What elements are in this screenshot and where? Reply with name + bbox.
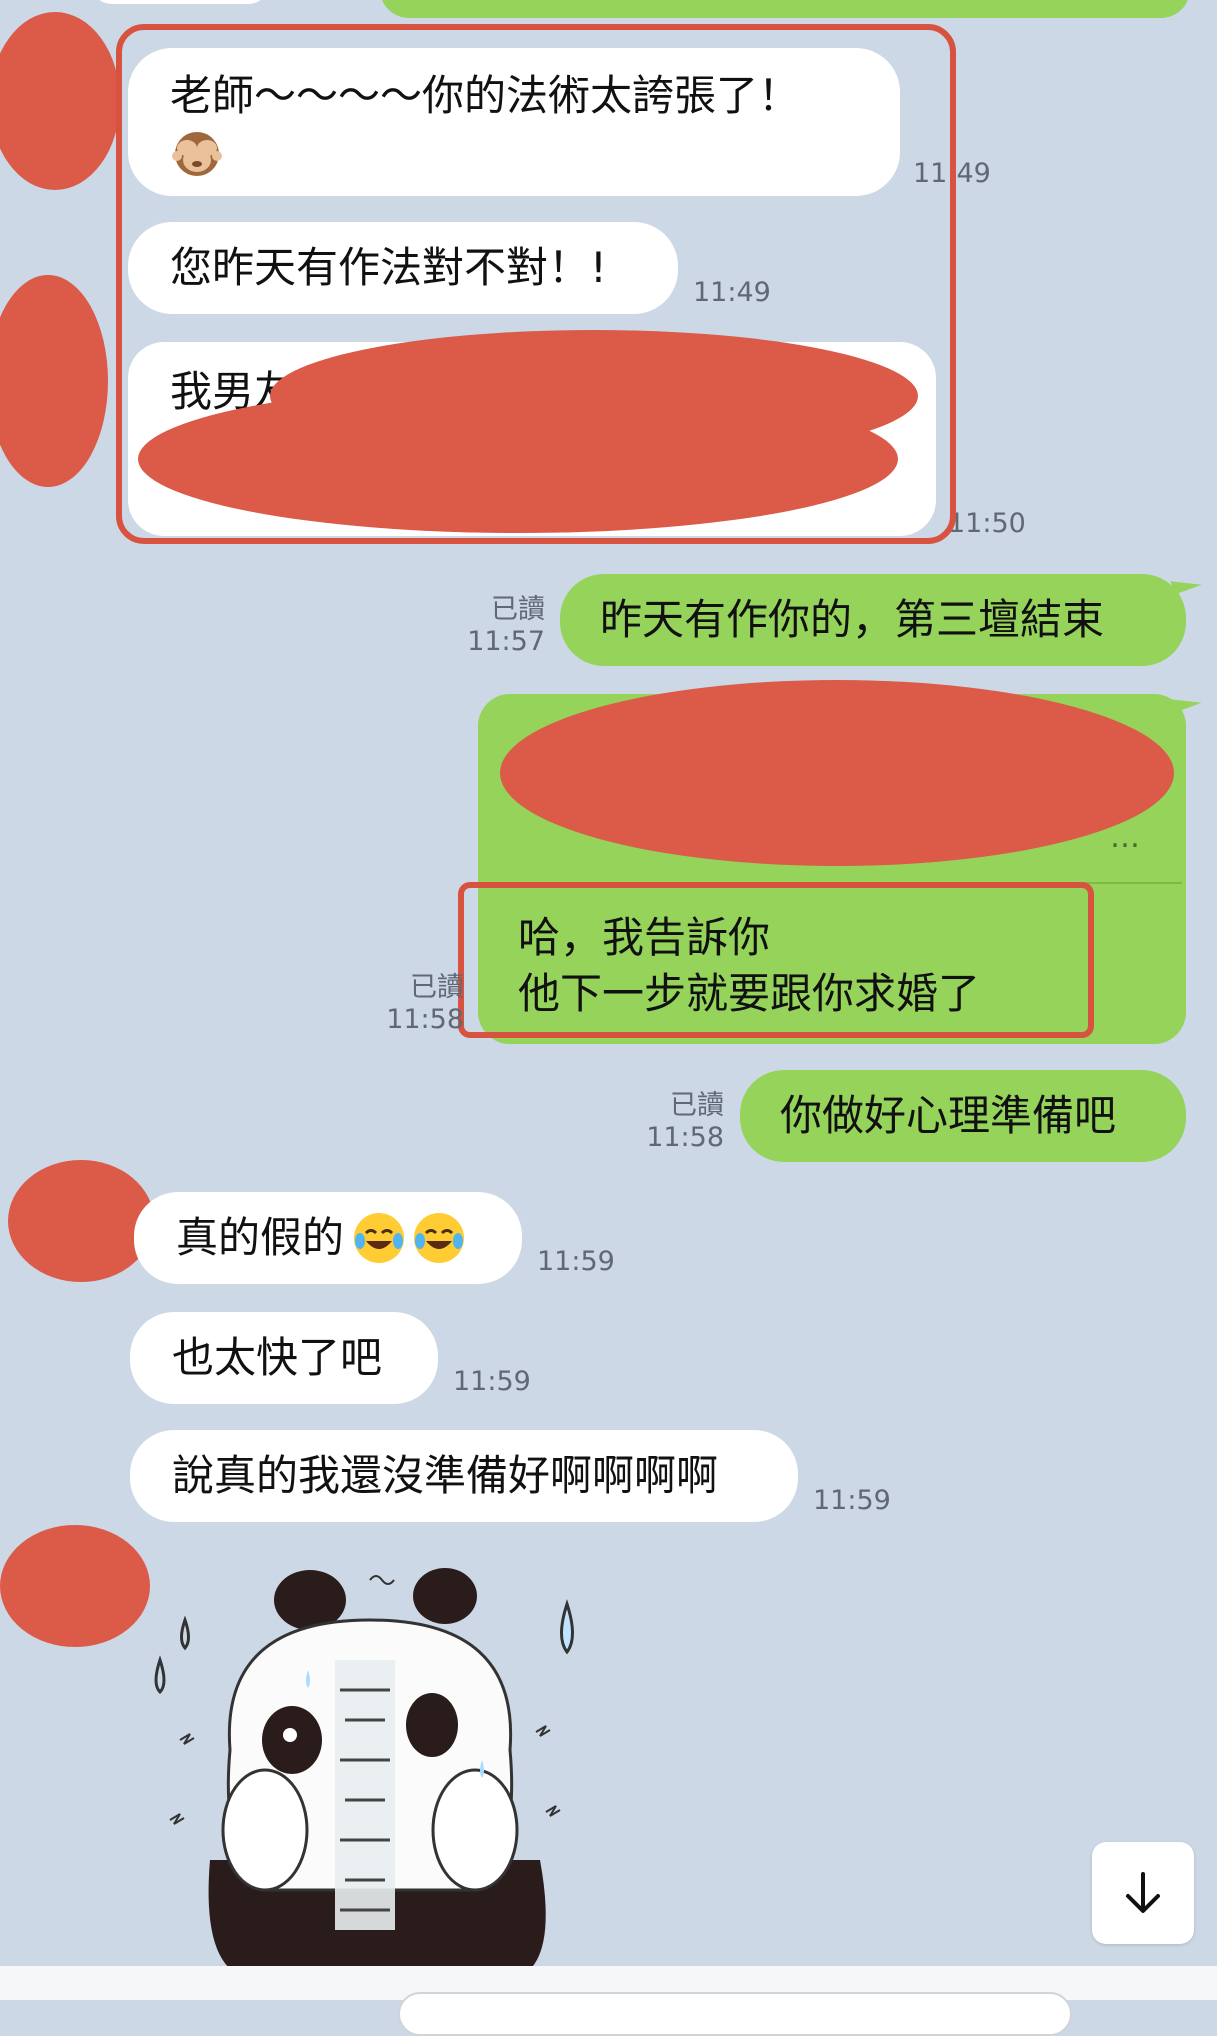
message-input-field[interactable]: [398, 1992, 1072, 2036]
incoming-message[interactable]: 真的假的: [134, 1192, 522, 1284]
message-time: 11:59: [453, 1366, 531, 1397]
partial-incoming-bubble: [90, 0, 270, 4]
outgoing-message[interactable]: 你做好心理準備吧: [740, 1070, 1186, 1162]
input-bar[interactable]: [0, 1966, 1217, 2036]
message-text: 昨天有作你的，第三壇結束: [600, 595, 1105, 644]
avatar[interactable]: [0, 1525, 150, 1647]
incoming-message[interactable]: 也太快了吧: [130, 1312, 438, 1404]
tears-of-joy-emoji: [354, 1213, 405, 1263]
read-label: 已讀: [491, 594, 545, 625]
message-time: 11:58: [386, 1004, 464, 1035]
read-label: 已讀: [410, 972, 464, 1003]
incoming-message[interactable]: 說真的我還沒準備好啊啊啊啊: [130, 1430, 798, 1522]
message-time: 11:59: [537, 1246, 615, 1277]
sweating-panda-sticker[interactable]: [140, 1560, 600, 1980]
read-label: 已讀: [670, 1090, 724, 1121]
message-time: 11:57: [467, 626, 545, 657]
scroll-to-bottom-button[interactable]: [1092, 1842, 1194, 1944]
read-status: 已讀 11:58: [380, 972, 464, 1036]
partial-outgoing-bubble: [380, 0, 1190, 18]
bubble-tail: [1170, 571, 1202, 595]
message-time: 11:58: [646, 1122, 724, 1153]
message-time: 11:50: [948, 508, 1026, 539]
message-text: 你做好心理準備吧: [780, 1091, 1117, 1140]
redaction-mark: [500, 680, 1174, 866]
avatar[interactable]: [0, 12, 120, 190]
avatar[interactable]: [0, 275, 108, 487]
avatar[interactable]: [8, 1160, 154, 1282]
message-text: 說真的我還沒準備好啊啊啊啊: [172, 1451, 719, 1500]
highlight-frame: [458, 882, 1094, 1038]
message-text: 也太快了吧: [172, 1333, 383, 1382]
tears-of-joy-emoji: [414, 1213, 465, 1263]
message-text: 真的假的: [176, 1213, 345, 1262]
read-status: 已讀 11:58: [640, 1090, 724, 1154]
read-status: 已讀 11:57: [460, 594, 545, 658]
arrow-down-icon: [1126, 1872, 1160, 1913]
outgoing-message[interactable]: 昨天有作你的，第三壇結束: [560, 574, 1186, 666]
message-time: 11:59: [813, 1485, 891, 1516]
highlight-frame: [116, 24, 956, 544]
